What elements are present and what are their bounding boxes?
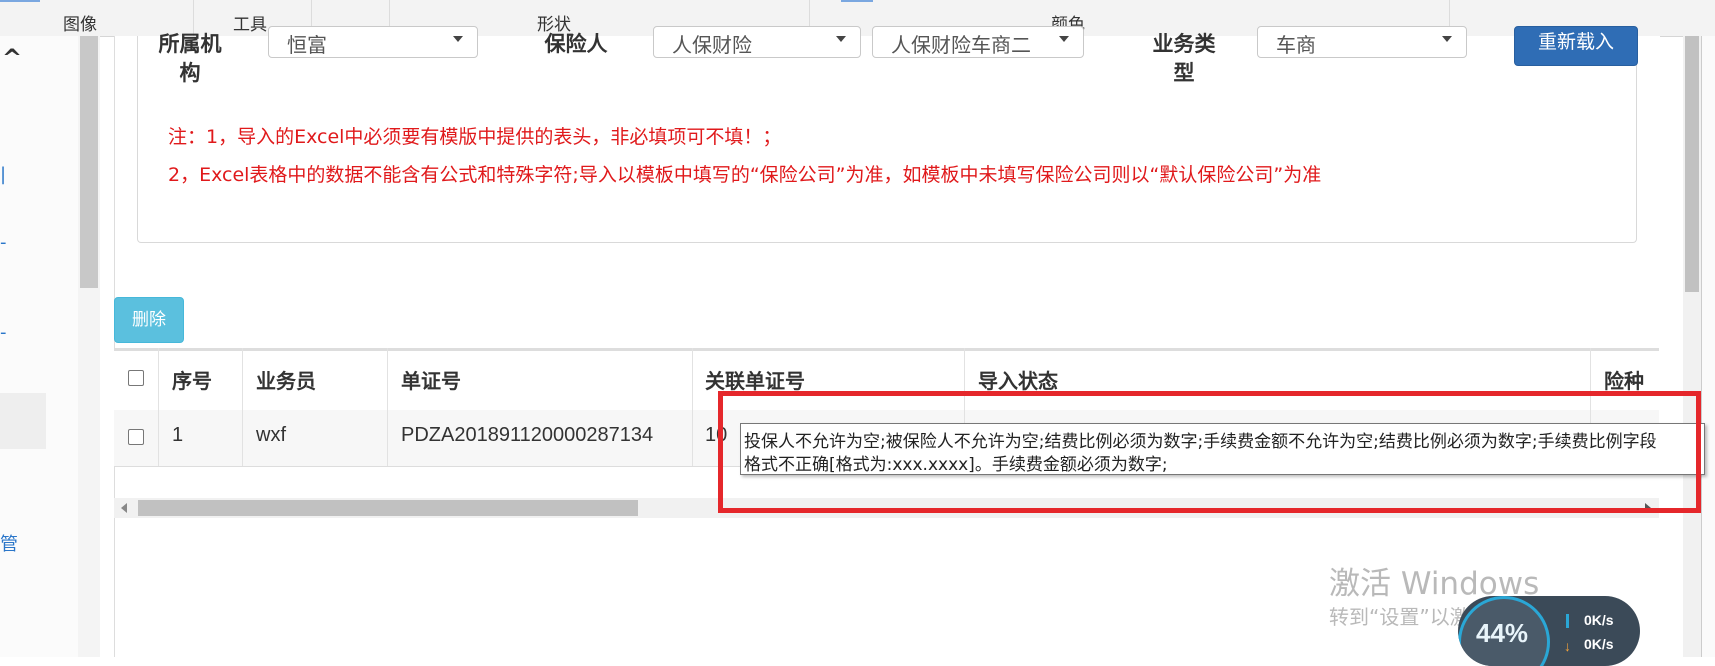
column-divider [242,348,243,466]
insurer-sub-select[interactable]: 人保财险车商二 [872,26,1084,58]
select-all-checkbox[interactable] [128,370,144,386]
reload-button[interactable]: 重新载入 [1514,26,1638,66]
header-doc-no: 单证号 [401,369,461,393]
ribbon-accent [841,0,873,2]
left-scrollbar[interactable] [78,36,100,657]
left-nav-item-1[interactable]: | [0,164,6,185]
note-line-2: 2，Excel表格中的数据不能含有公式和特殊字符;导入以模板中填写的“保险公司”… [168,164,1322,186]
biztype-select-value: 车商 [1276,33,1316,57]
header-index: 序号 [172,369,212,393]
insurer-select[interactable]: 人保财险 [653,26,861,58]
download-rate: 0K/s [1584,636,1614,652]
cell-doc-no: PDZA201891120000287134 [401,424,654,446]
left-nav-item-3[interactable]: - [0,322,7,343]
header-insurance-type: 险种 [1604,369,1644,393]
ribbon-label-tools: 工具 [233,15,267,35]
scroll-left-icon[interactable] [121,503,127,513]
chevron-down-icon [836,36,846,42]
highlight-annotation-box [718,391,1701,513]
org-select[interactable]: 恒富 [268,26,478,58]
column-divider [692,348,693,466]
org-label: 所属机构 [158,32,222,85]
insurer-label: 保险人 [544,32,608,56]
cell-index: 1 [172,424,184,446]
insurer-select-value: 人保财险 [672,33,752,57]
delete-button[interactable]: 删除 [114,297,184,343]
row-checkbox[interactable] [128,429,144,445]
cell-salesperson: wxf [256,424,286,446]
header-salesperson: 业务员 [256,369,316,393]
left-nav-item-2[interactable]: - [0,232,7,253]
chevron-down-icon [1059,36,1069,42]
ribbon-label-image: 图像 [63,15,97,35]
ribbon-accent-left [0,0,40,2]
note-line-1: 注：1，导入的Excel中必须要有模版中提供的表头，非必填项可不填！； [168,126,782,148]
left-nav: ^ | - - 管 [0,36,79,657]
chevron-down-icon [453,36,463,42]
collapse-icon[interactable]: ^ [2,44,22,72]
upload-arrow-icon [1566,614,1569,628]
cpu-percent: 44% [1476,618,1529,648]
insurer-sub-select-value: 人保财险车商二 [891,33,1031,57]
left-nav-item-4[interactable]: 管 [0,530,18,556]
left-scrollbar-thumb[interactable] [80,36,98,288]
biztype-select[interactable]: 车商 [1257,26,1467,58]
upload-rate: 0K/s [1584,612,1614,628]
header-related-doc-no: 关联单证号 [705,369,805,393]
biztype-label: 业务类型 [1152,32,1216,85]
left-nav-selected[interactable] [0,393,46,449]
org-select-value: 恒富 [287,33,327,57]
network-speed-widget[interactable]: 44% 0K/s ↓ 0K/s [1458,596,1640,666]
table-scrollbar-thumb[interactable] [138,500,638,516]
column-divider [158,348,159,466]
column-divider [387,348,388,466]
page-vertical-scrollbar[interactable] [1683,36,1701,657]
window-edge [1701,36,1715,657]
page-scrollbar-thumb[interactable] [1685,36,1699,292]
chevron-down-icon [1442,36,1452,42]
header-import-status: 导入状态 [978,369,1058,393]
download-arrow-icon: ↓ [1564,638,1571,654]
